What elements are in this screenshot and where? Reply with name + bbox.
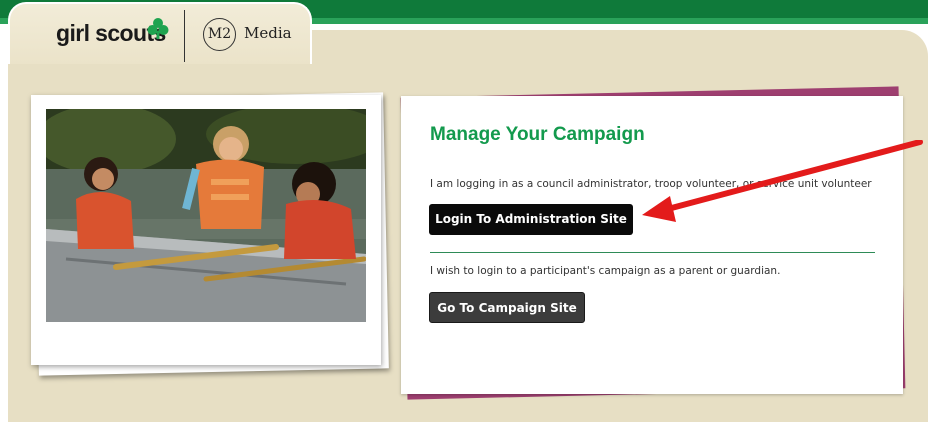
participant-login-prompt: I wish to login to a participant's campa…	[430, 265, 781, 277]
m2-media-logo-mark[interactable]: M2	[203, 18, 236, 51]
go-to-campaign-site-button[interactable]: Go To Campaign Site	[429, 292, 585, 323]
card-divider	[430, 252, 875, 253]
campaign-photo	[46, 109, 366, 322]
card-title: Manage Your Campaign	[430, 124, 645, 145]
login-admin-site-button[interactable]: Login To Administration Site	[429, 204, 633, 235]
logo-divider	[184, 10, 185, 62]
photo-illustration	[46, 109, 366, 322]
header-logo-tab: girl scouts M2 Media	[8, 2, 312, 64]
trefoil-icon	[147, 18, 169, 39]
red-annotation-arrow	[642, 140, 923, 222]
m2-media-logo-text[interactable]: Media	[244, 24, 292, 42]
photo-card	[31, 95, 381, 365]
